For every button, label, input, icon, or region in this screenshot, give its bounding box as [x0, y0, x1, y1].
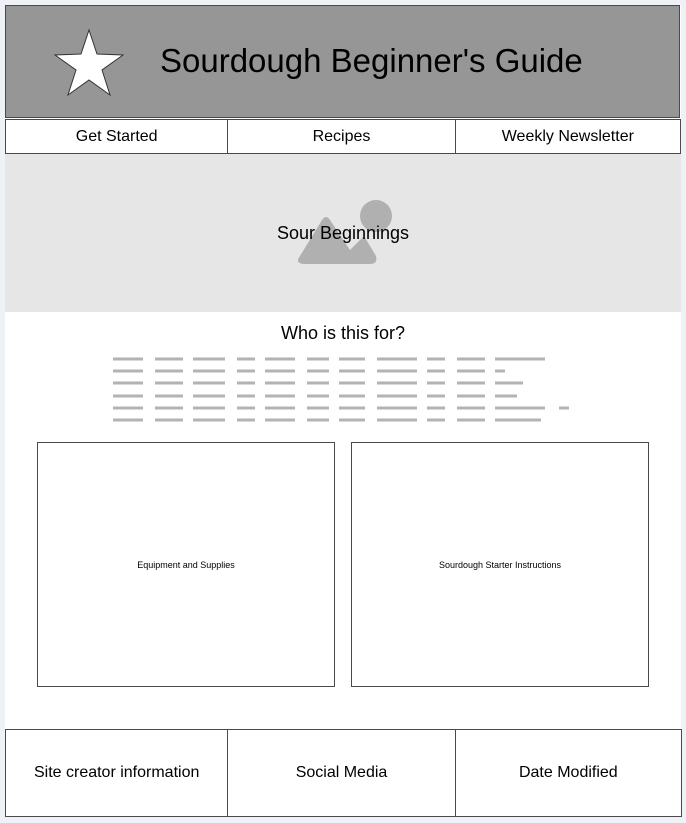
hero-banner: Sour Beginnings — [5, 154, 681, 312]
footer-social-media[interactable]: Social Media — [228, 730, 456, 816]
main-nav: Get Started Recipes Weekly Newsletter — [5, 119, 681, 154]
nav-weekly-newsletter[interactable]: Weekly Newsletter — [456, 120, 680, 153]
site-title: Sourdough Beginner's Guide — [160, 42, 583, 79]
card-label: Equipment and Supplies — [137, 559, 235, 570]
nav-recipes[interactable]: Recipes — [228, 120, 456, 153]
card-label: Sourdough Starter Instructions — [438, 559, 562, 570]
card-equipment-supplies[interactable]: Equipment and Supplies — [37, 442, 335, 687]
footer-date-modified: Date Modified — [518, 764, 618, 781]
site-footer: Site creator information Social Media Da… — [5, 729, 682, 817]
placeholder-text-block — [113, 357, 569, 422]
site-header: Sourdough Beginner's Guide — [5, 5, 680, 118]
footer-site-creator-information[interactable]: Site creator information — [6, 730, 229, 816]
star-icon[interactable] — [54, 28, 124, 98]
hero-caption: Sour Beginnings — [276, 223, 410, 243]
section-title: Who is this for? — [280, 323, 406, 343]
card-sourdough-starter-instructions[interactable]: Sourdough Starter Instructions — [351, 442, 649, 687]
nav-get-started[interactable]: Get Started — [6, 120, 229, 153]
